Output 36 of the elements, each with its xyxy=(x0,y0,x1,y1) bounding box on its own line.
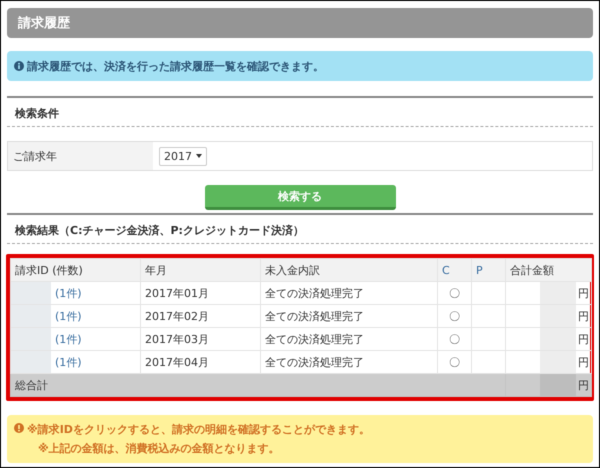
alert-icon xyxy=(14,423,24,433)
table-cell: 2017年03月 xyxy=(140,328,260,350)
table-cell: 円 xyxy=(578,286,589,300)
table-cell: 〇 xyxy=(438,282,472,304)
invoice-link[interactable]: (1件) xyxy=(55,286,82,300)
section-title: 検索結果（C:チャージ金決済、P:クレジットカード決済） xyxy=(14,223,305,239)
notice-text: ※請求IDをクリックすると、請求の明細を確認することができます。 xyxy=(27,422,370,437)
column-header: 未入金内訳 xyxy=(260,258,438,282)
section-title: 検索条件 xyxy=(14,106,60,122)
notice-text: ※上記の金額は、消費税込みの金額となります。 xyxy=(37,441,281,456)
page-title: 請求履歴 xyxy=(7,8,593,38)
column-header: C xyxy=(438,258,472,282)
table-cell: 2017年02月 xyxy=(140,304,260,328)
info-icon xyxy=(14,61,24,71)
invoice-link[interactable]: (1件) xyxy=(55,354,82,370)
caret-icon xyxy=(196,154,202,158)
table-cell: 〇 xyxy=(438,328,472,350)
table-cell: 全ての決済処理完了 xyxy=(260,328,438,350)
table-cell: 円 xyxy=(578,308,589,324)
column-header: 請求ID (件数) xyxy=(10,258,140,282)
table-cell: 2017年01月 xyxy=(140,282,260,304)
table-cell: 総合計 xyxy=(10,374,506,396)
invoice-link[interactable]: (1件) xyxy=(55,308,82,324)
table-cell: 円 xyxy=(578,354,589,370)
year-select[interactable]: 2017 xyxy=(159,146,207,166)
table-cell: 〇 xyxy=(438,304,472,328)
table-cell: 円 xyxy=(578,378,589,392)
info-text: 請求履歴では、決済を行った請求履歴一覧を確認できます。 xyxy=(27,58,324,74)
table-cell: 円 xyxy=(578,332,589,346)
column-header: 年月 xyxy=(140,258,260,282)
field-label: ご請求年 xyxy=(8,142,153,170)
column-header: P xyxy=(472,258,506,282)
table-cell: 全ての決済処理完了 xyxy=(260,304,438,328)
invoice-link[interactable]: (1件) xyxy=(55,332,82,346)
column-header: 合計金額 xyxy=(506,258,592,282)
table-cell: 全ての決済処理完了 xyxy=(260,282,438,304)
